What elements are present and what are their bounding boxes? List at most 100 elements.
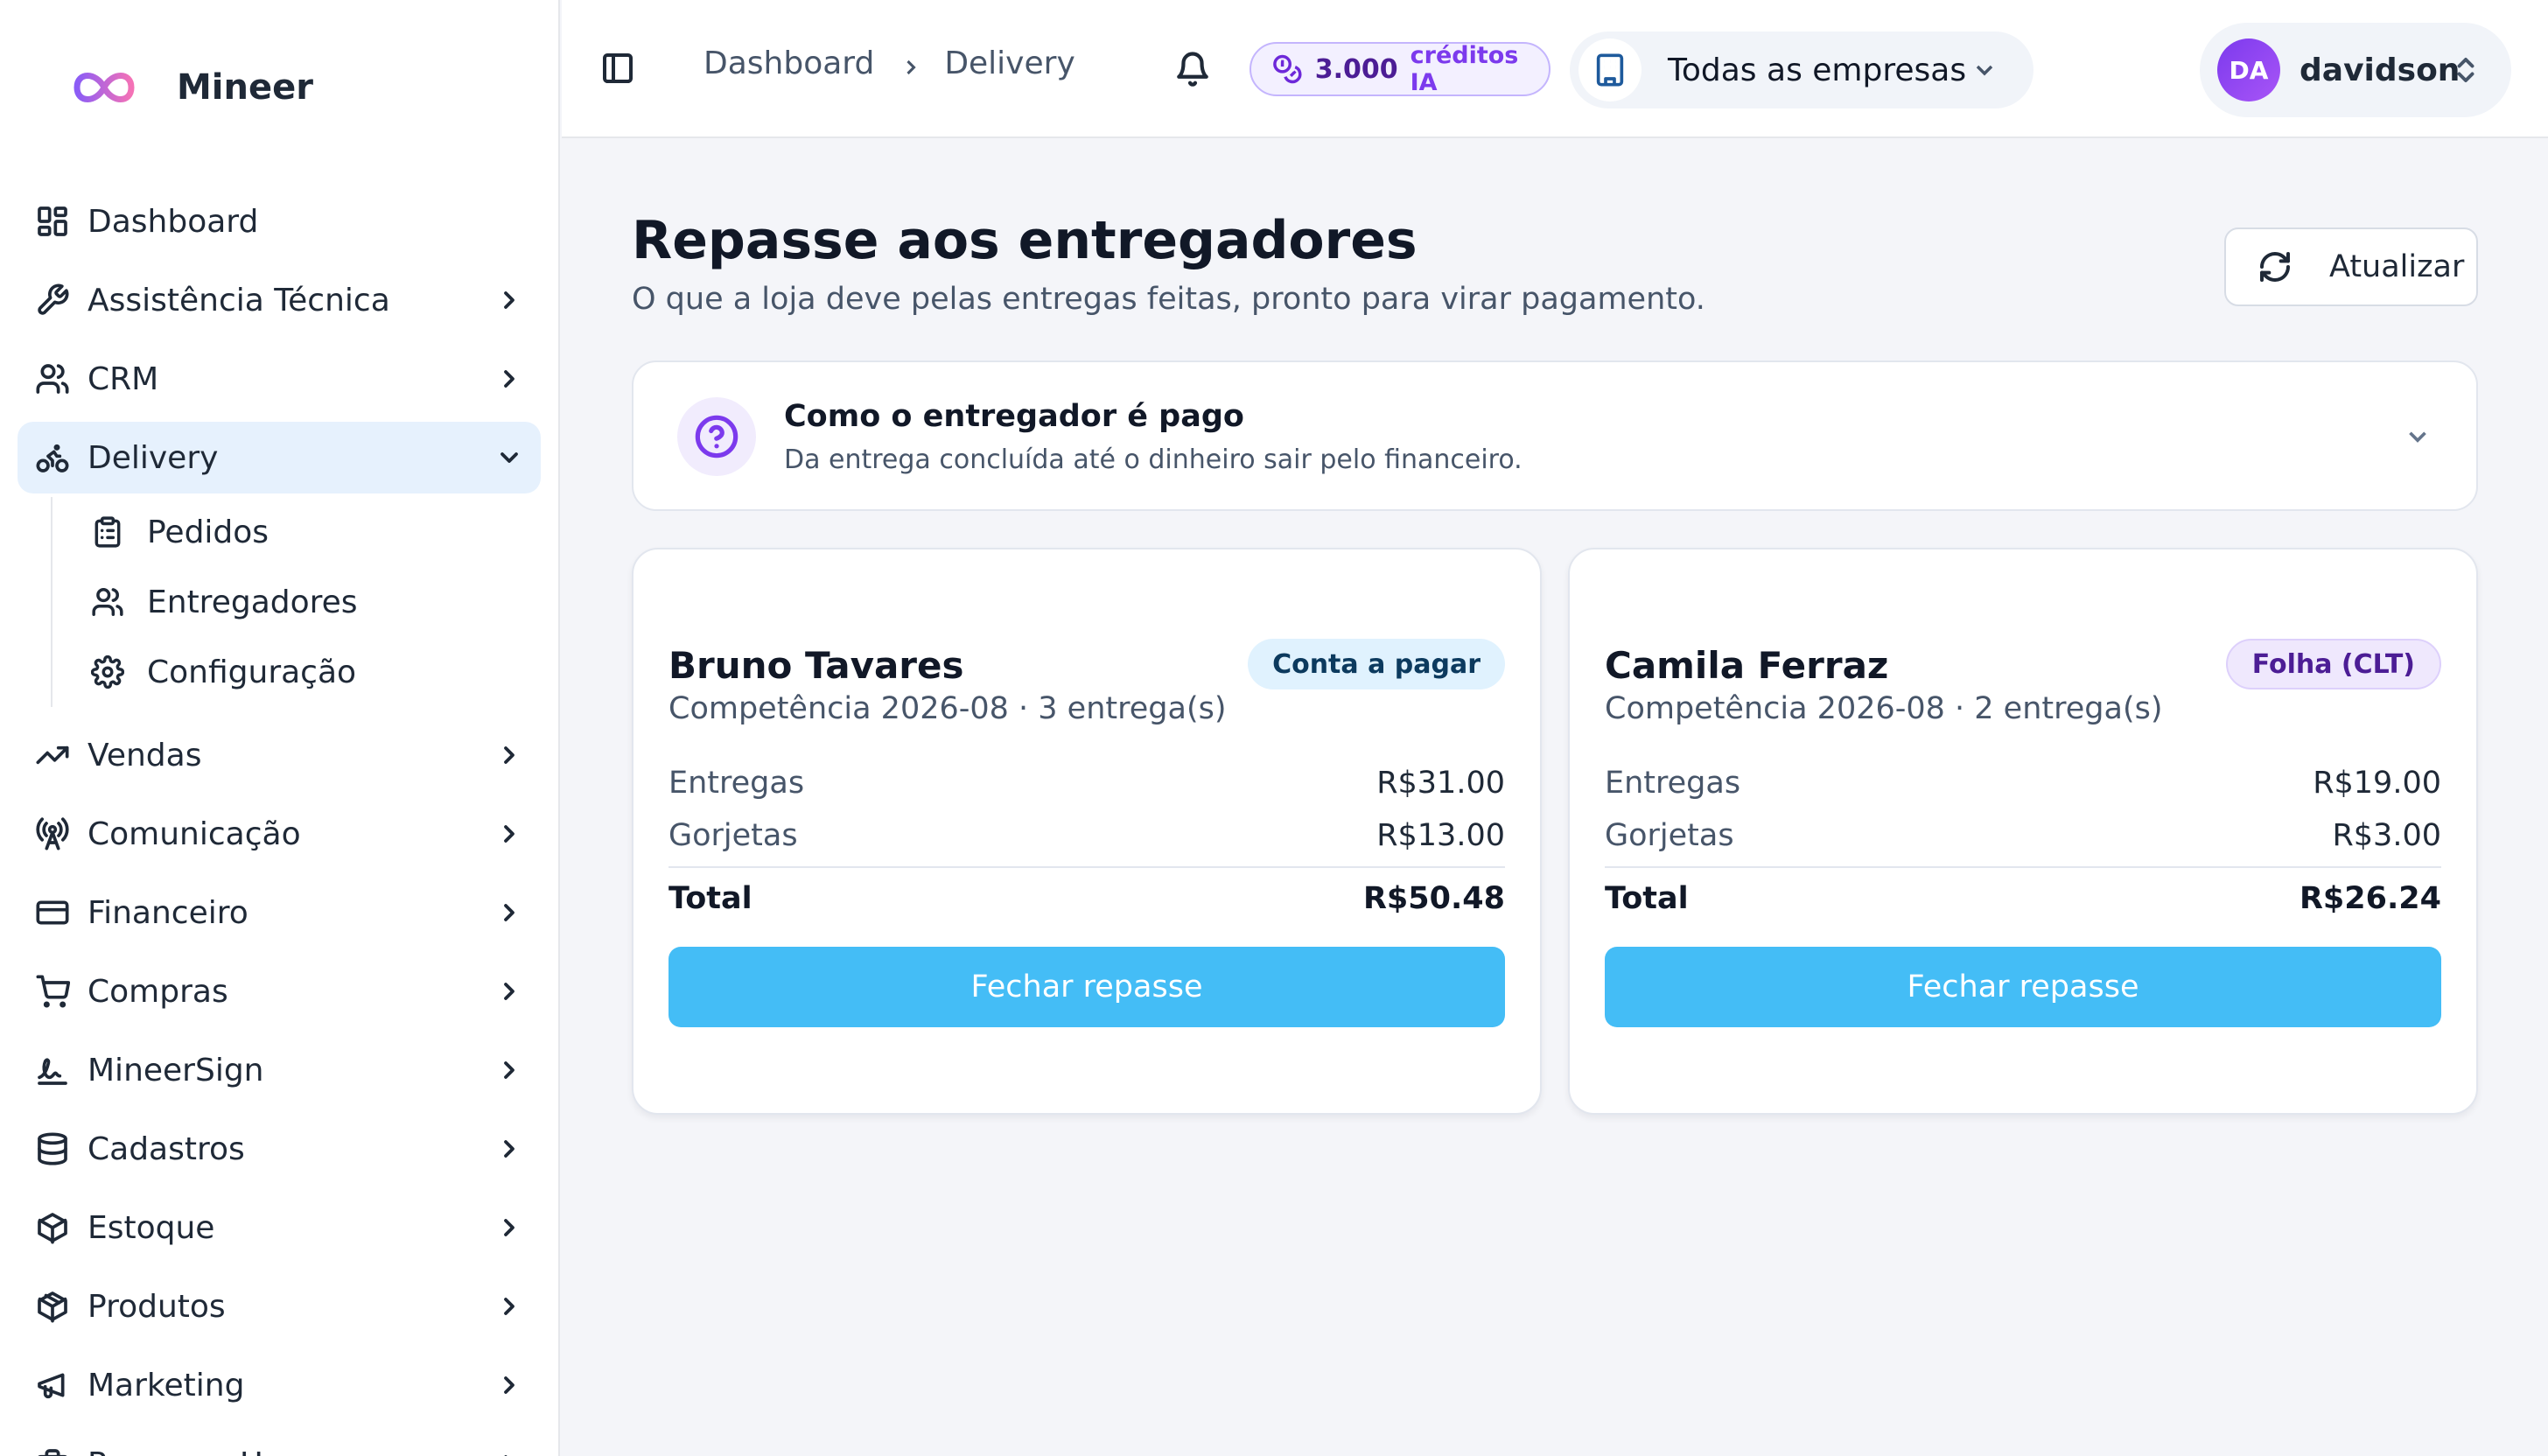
page-subtitle: O que a loja deve pelas entregas feitas,… <box>632 282 1705 317</box>
signature-icon <box>35 1053 70 1088</box>
ai-credits-label: créditos IA <box>1410 42 1519 96</box>
sidebar-item-label: Financeiro <box>88 894 248 931</box>
sidebar-item-label: Assistência Técnica <box>88 282 390 318</box>
sidebar-item-vendas[interactable]: Vendas <box>18 719 541 791</box>
refresh-button[interactable]: Atualizar <box>2224 228 2478 306</box>
help-circle-icon <box>677 397 756 476</box>
sidebar-item-label: CRM <box>88 360 159 397</box>
total-row: Total R$50.48 <box>668 877 1505 920</box>
package-icon <box>35 1289 70 1324</box>
sidebar-item-comunicacao[interactable]: Comunicação <box>18 798 541 870</box>
megaphone-icon <box>35 1368 70 1403</box>
amount-row: Entregas R$31.00 <box>668 761 1505 805</box>
user-menu[interactable]: DA davidson <box>2200 23 2511 117</box>
sidebar-item-label: Dashboard <box>88 203 259 240</box>
sidebar-item-label: Compras <box>88 973 228 1010</box>
amount-value: R$3.00 <box>2332 818 2441 853</box>
sidebar-item-crm[interactable]: CRM <box>18 343 541 415</box>
refresh-button-label: Atualizar <box>2329 249 2465 284</box>
amount-label: Entregas <box>1605 766 1741 801</box>
status-badge: Conta a pagar <box>1248 639 1505 690</box>
sidebar-item-produtos[interactable]: Produtos <box>18 1270 541 1342</box>
sidebar-item-label: Delivery <box>88 439 219 476</box>
chevron-right-icon <box>899 52 923 76</box>
users-icon <box>35 361 70 396</box>
sidebar-item-label: Recursos Humanos <box>88 1446 389 1456</box>
sidebar-item-mineersign[interactable]: MineerSign <box>18 1034 541 1106</box>
users-icon <box>91 585 126 619</box>
amount-value: R$19.00 <box>2313 766 2441 801</box>
sidebar-item-financeiro[interactable]: Financeiro <box>18 877 541 948</box>
chevron-right-icon <box>495 899 523 927</box>
sidebar-item-cadastros[interactable]: Cadastros <box>18 1113 541 1185</box>
company-selector-label: Todas as empresas <box>1668 52 1967 88</box>
briefcase-icon <box>35 1446 70 1456</box>
sidebar-item-label: Estoque <box>88 1209 215 1246</box>
credit-card-icon <box>35 895 70 930</box>
sidebar-item-label: Marketing <box>88 1367 245 1404</box>
chevron-right-icon <box>495 741 523 769</box>
chevron-right-icon <box>495 365 523 393</box>
coins-icon <box>1273 54 1302 84</box>
chevron-right-icon <box>495 820 523 848</box>
brand[interactable]: Mineer <box>70 61 313 114</box>
breadcrumb: Dashboard Delivery <box>704 46 1075 81</box>
sidebar-item-pedidos[interactable]: Pedidos <box>91 497 541 567</box>
sidebar-item-estoque[interactable]: Estoque <box>18 1192 541 1264</box>
avatar: DA <box>2217 38 2280 102</box>
sidebar-item-label: Pedidos <box>147 514 270 550</box>
wrench-icon <box>35 283 70 318</box>
sidebar-item-configuracao[interactable]: Configuração <box>90 637 541 707</box>
chevron-right-icon <box>495 1056 523 1084</box>
total-row: Total R$26.24 <box>1605 877 2441 920</box>
chevron-right-icon <box>495 286 523 314</box>
chevron-right-icon <box>495 977 523 1005</box>
bell-icon[interactable] <box>1174 51 1211 88</box>
page-title: Repasse aos entregadores <box>632 210 1418 271</box>
sidebar-toggle-icon[interactable] <box>600 51 635 86</box>
sidebar-item-delivery[interactable]: Delivery <box>18 422 541 494</box>
refresh-icon <box>2260 252 2290 282</box>
layout-grid-icon <box>35 204 70 239</box>
info-description: Da entrega concluída até o dinheiro sair… <box>784 444 1522 475</box>
amount-label: Entregas <box>668 766 805 801</box>
sidebar-item-recursos-humanos[interactable]: Recursos Humanos <box>18 1428 541 1456</box>
building-icon <box>1578 38 1642 102</box>
sidebar-item-label: Cadastros <box>88 1130 245 1167</box>
chevron-down-icon <box>495 444 523 472</box>
amount-value: R$31.00 <box>1376 766 1505 801</box>
total-label: Total <box>1605 881 1689 916</box>
total-value: R$50.48 <box>1362 881 1505 916</box>
breadcrumb-item-dashboard[interactable]: Dashboard <box>704 46 874 81</box>
ai-credits-badge[interactable]: 3.000 créditos IA <box>1250 42 1550 96</box>
courier-card: Bruno Tavares Conta a pagar Competência … <box>632 548 1542 1115</box>
sidebar-item-assistencia-tecnica[interactable]: Assistência Técnica <box>18 264 541 336</box>
courier-meta: Competência 2026-08 · 2 entrega(s) <box>1605 691 2163 726</box>
courier-card: Camila Ferraz Folha (CLT) Competência 20… <box>1568 548 2478 1115</box>
shopping-cart-icon <box>35 974 71 1009</box>
sidebar-item-marketing[interactable]: Marketing <box>18 1349 541 1421</box>
courier-meta: Competência 2026-08 · 3 entrega(s) <box>668 691 1227 726</box>
sidebar-nav: Dashboard Assistência Técnica CRM Delive… <box>18 186 541 1456</box>
chevron-right-icon <box>495 1135 523 1163</box>
close-payout-button[interactable]: Fechar repasse <box>1605 947 2441 1027</box>
bike-icon <box>35 440 70 475</box>
divider <box>1605 866 2441 868</box>
total-label: Total <box>668 881 752 916</box>
box-icon <box>35 1210 70 1245</box>
chevron-down-icon <box>2403 422 2432 452</box>
amount-row: Gorjetas R$3.00 <box>1605 814 2441 858</box>
chevron-right-icon <box>495 1292 523 1320</box>
courier-name: Camila Ferraz <box>1605 644 1889 687</box>
amount-value: R$13.00 <box>1376 818 1505 853</box>
sidebar-item-dashboard[interactable]: Dashboard <box>18 186 541 257</box>
gear-icon <box>90 654 126 690</box>
company-selector[interactable]: Todas as empresas <box>1570 32 2034 108</box>
delivery-subnav: Pedidos Entregadores Configuração <box>51 497 541 707</box>
sidebar-item-compras[interactable]: Compras <box>18 956 541 1027</box>
amount-row: Gorjetas R$13.00 <box>668 814 1505 858</box>
sidebar-item-entregadores[interactable]: Entregadores <box>91 567 541 637</box>
payment-info-accordion[interactable]: Como o entregador é pago Da entrega conc… <box>632 360 2478 511</box>
amount-label: Gorjetas <box>1605 818 1734 853</box>
close-payout-button[interactable]: Fechar repasse <box>668 947 1505 1027</box>
